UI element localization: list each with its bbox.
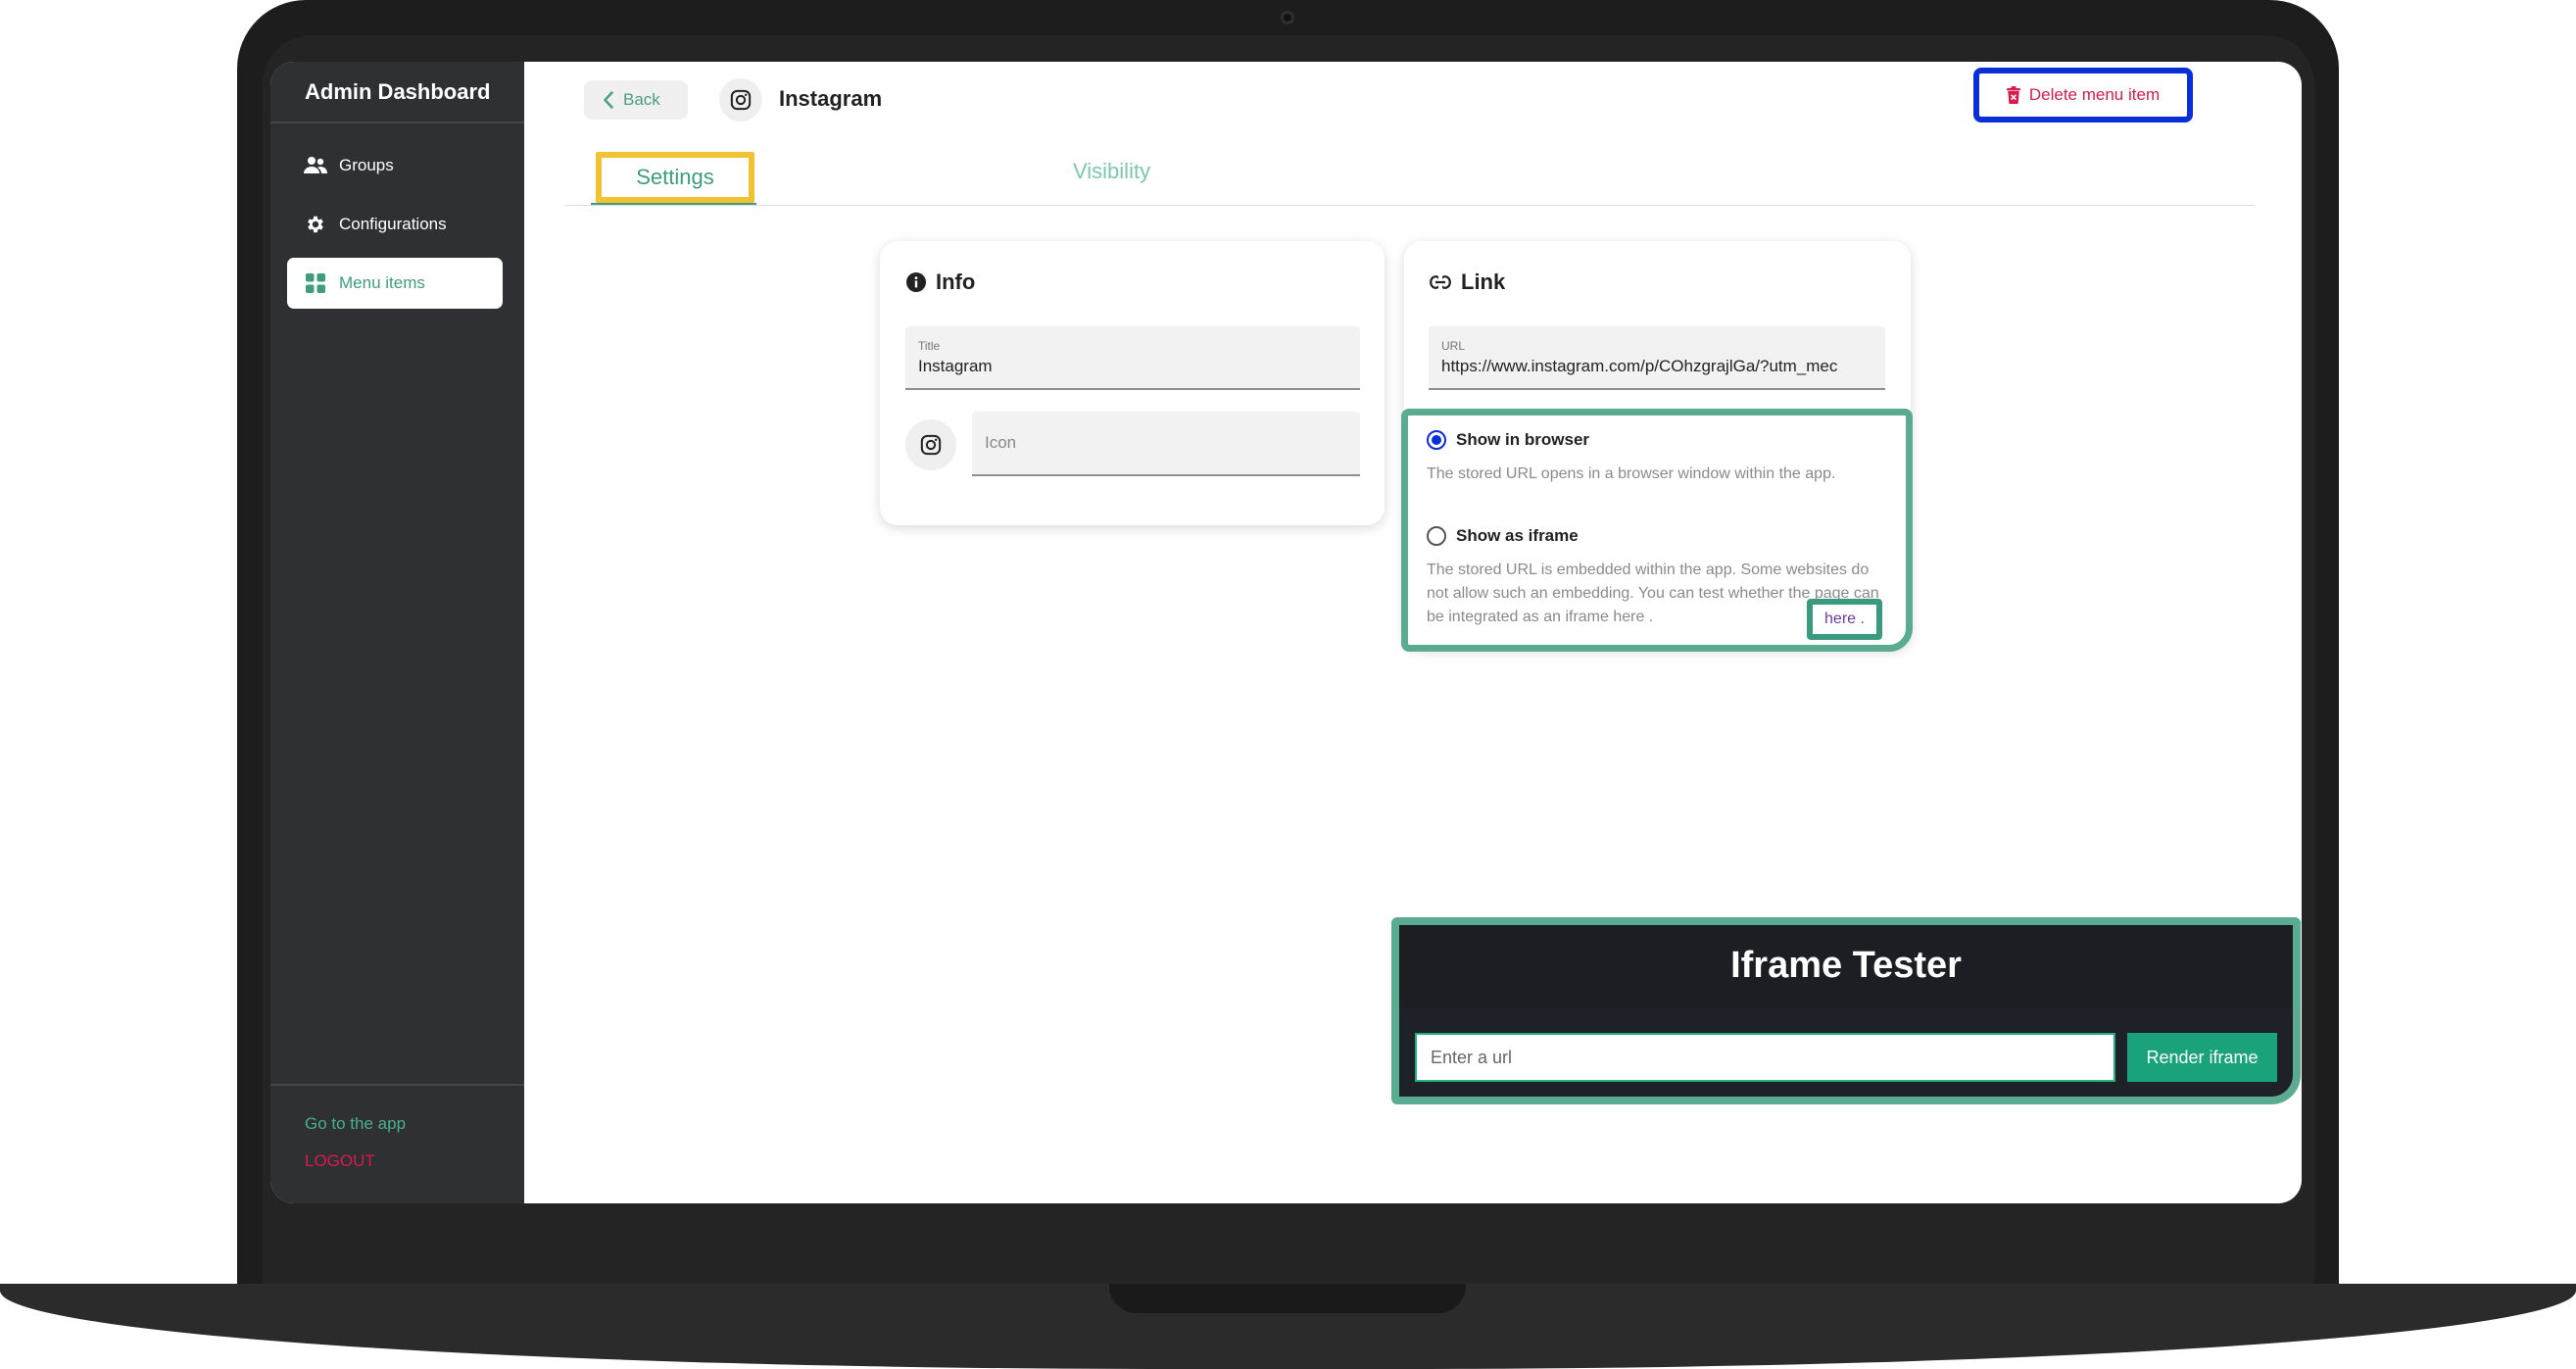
render-iframe-button[interactable]: Render iframe bbox=[2127, 1033, 2277, 1082]
sidebar: Admin Dashboard Groups Configurations Me… bbox=[270, 62, 524, 1203]
sidebar-item-label: Menu items bbox=[339, 273, 425, 292]
title-field[interactable]: Title Instagram bbox=[905, 326, 1360, 390]
sidebar-item-label: Configurations bbox=[339, 215, 447, 233]
url-field-value: https://www.instagram.com/p/COhzgrajlGa/… bbox=[1441, 357, 1838, 375]
link-card: Link URL https://www.instagram.com/p/COh… bbox=[1401, 241, 1913, 652]
trash-icon bbox=[2006, 86, 2020, 104]
laptop-base-notch bbox=[1109, 1284, 1466, 1313]
radio-label: Show as iframe bbox=[1456, 526, 1579, 545]
gear-icon bbox=[304, 213, 327, 236]
display-mode-options: Show in browser The stored URL opens in … bbox=[1401, 409, 1913, 652]
icon-field[interactable]: Icon bbox=[972, 412, 1360, 476]
radio-button-checked[interactable] bbox=[1427, 430, 1446, 450]
radio-show-as-iframe[interactable]: Show as iframe bbox=[1427, 526, 1579, 546]
info-card-title: Info bbox=[906, 269, 975, 295]
instagram-icon bbox=[719, 78, 762, 122]
icon-field-placeholder: Icon bbox=[985, 433, 1017, 452]
page-title: Instagram bbox=[779, 86, 883, 111]
title-field-label: Title bbox=[918, 339, 941, 353]
iframe-tester: Iframe Tester Enter a url Render iframe bbox=[1391, 917, 2301, 1104]
url-input-placeholder: Enter a url bbox=[1431, 1047, 1513, 1067]
link-title-text: Link bbox=[1461, 269, 1506, 294]
url-field[interactable]: URL https://www.instagram.com/p/COhzgraj… bbox=[1429, 326, 1885, 390]
info-icon bbox=[906, 272, 926, 292]
link-card-title: Link bbox=[1430, 269, 1505, 295]
url-input[interactable]: Enter a url bbox=[1415, 1033, 2115, 1082]
app-title: Admin Dashboard bbox=[305, 79, 491, 104]
here-link[interactable]: here . bbox=[1807, 599, 1882, 640]
logout-link[interactable]: LOGOUT bbox=[305, 1151, 375, 1171]
back-label: Back bbox=[623, 90, 660, 109]
info-card: Info Title Instagram Icon bbox=[880, 241, 1385, 525]
delete-menu-item-button[interactable]: Delete menu item bbox=[1973, 68, 2193, 122]
tab-settings[interactable]: Settings bbox=[596, 152, 754, 203]
radio-description: The stored URL opens in a browser window… bbox=[1427, 465, 1836, 482]
tabs-divider bbox=[565, 205, 2255, 206]
link-icon bbox=[1430, 275, 1451, 289]
tab-visibility[interactable]: Visibility bbox=[1073, 159, 1150, 184]
radio-show-in-browser[interactable]: Show in browser bbox=[1427, 430, 1589, 450]
sidebar-item-groups[interactable]: Groups bbox=[287, 140, 503, 191]
sidebar-item-menu-items[interactable]: Menu items bbox=[287, 258, 503, 309]
screen: Admin Dashboard Groups Configurations Me… bbox=[270, 62, 2302, 1203]
camera-icon bbox=[1281, 11, 1294, 24]
sidebar-divider bbox=[270, 122, 524, 123]
users-icon bbox=[304, 154, 327, 177]
sidebar-divider bbox=[270, 1084, 524, 1086]
chevron-left-icon bbox=[604, 91, 613, 109]
grid-icon bbox=[304, 271, 327, 295]
radio-button[interactable] bbox=[1427, 526, 1446, 546]
instagram-icon bbox=[905, 419, 956, 470]
url-field-label: URL bbox=[1441, 339, 1466, 353]
iframe-tester-header: Iframe Tester bbox=[1399, 925, 2293, 1008]
delete-label: Delete menu item bbox=[2028, 85, 2161, 104]
title-field-value: Instagram bbox=[918, 357, 993, 375]
radio-label: Show in browser bbox=[1456, 430, 1590, 449]
info-title-text: Info bbox=[936, 269, 976, 294]
go-to-app-link[interactable]: Go to the app bbox=[305, 1114, 406, 1134]
sidebar-item-label: Groups bbox=[339, 156, 394, 174]
back-button[interactable]: Back bbox=[584, 80, 688, 120]
iframe-tester-title: Iframe Tester bbox=[1730, 945, 1962, 986]
main-content: Back Instagram Delete menu item Settings… bbox=[524, 62, 2302, 1203]
sidebar-item-configurations[interactable]: Configurations bbox=[287, 199, 503, 250]
